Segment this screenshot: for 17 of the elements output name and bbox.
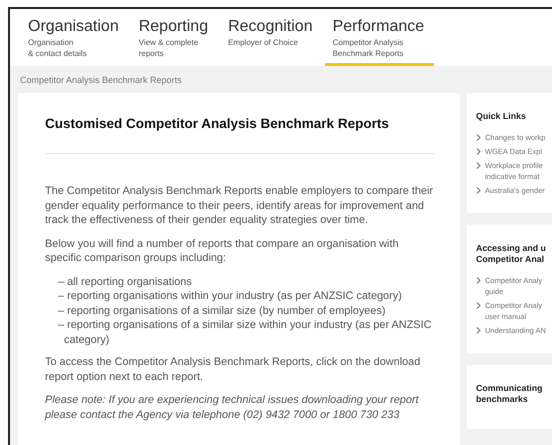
breadcrumb: Competitor Analysis Benchmark Reports <box>19 74 183 87</box>
access-paragraph: To access the Competitor Analysis Benchmark Reports, click on the download report option next to each report. <box>45 355 422 384</box>
list-item: – reporting organisations within your industry (as per ANZSIC category) <box>58 289 403 304</box>
chevron-icon <box>476 302 481 309</box>
chevron-icon <box>476 277 481 284</box>
list-item: – reporting organisations of a similar size within your industry (as per ANZSIC category) <box>58 318 432 347</box>
card-heading: Accessing and u Competitor Anal <box>476 243 547 265</box>
chevron-icon <box>476 187 481 194</box>
page-heading: Customised Competitor Analysis Benchmark Reports <box>45 116 390 131</box>
lead-paragraph: Below you will find a number of reports that compare an organisation with specific comparison groups including: <box>45 236 400 266</box>
card-heading: Communicating benchmarks <box>476 383 544 405</box>
chevron-icon <box>476 327 481 334</box>
card-heading: Quick Links <box>476 111 527 122</box>
note-paragraph: Please note: If you are experiencing technical issues downloading your report please contact the Agency via telephone (02) 9432 7000 or 1800 730 233 <box>45 393 420 422</box>
list-item: – reporting organisations of a similar size (by number of employees) <box>58 304 386 318</box>
intro-paragraph: The Competitor Analysis Benchmark Reports enable employers to compare their gender equality performance to their peers, identify areas for improvement and track the effectiveness of their gender equality strategies over time. <box>45 184 434 228</box>
list-item: – all reporting organisations <box>58 274 193 289</box>
